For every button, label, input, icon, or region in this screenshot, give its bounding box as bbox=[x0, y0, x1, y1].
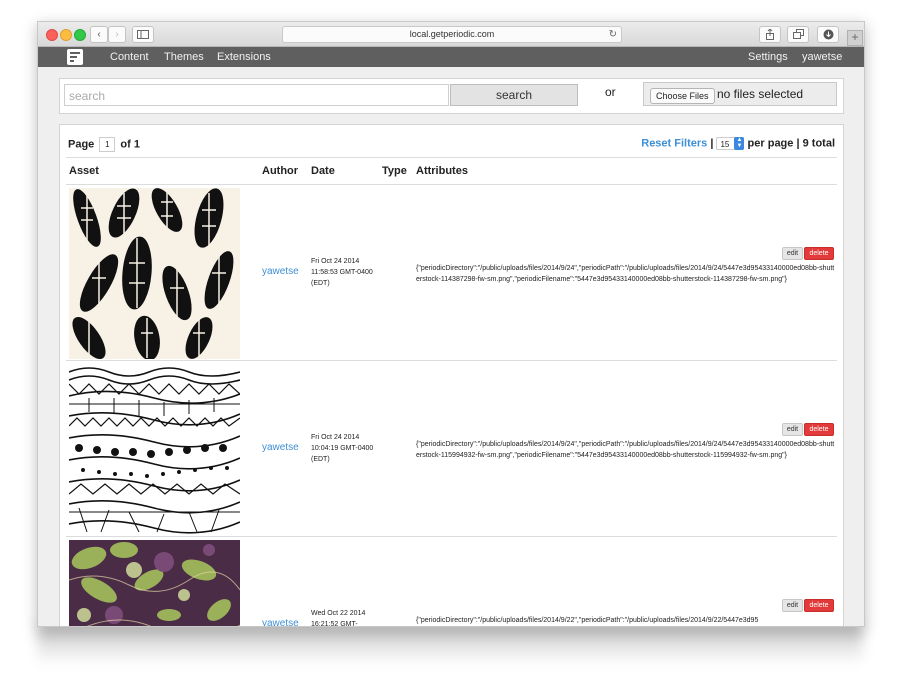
paisley-pattern-image bbox=[69, 540, 240, 626]
new-tab-button[interactable]: + bbox=[847, 30, 863, 46]
choose-files-button[interactable]: Choose Files bbox=[650, 88, 715, 104]
browser-titlebar: ‹ › local.getperiodic.com ↻ bbox=[38, 22, 864, 47]
nav-content[interactable]: Content bbox=[110, 50, 149, 64]
zentangle-pattern-image bbox=[69, 364, 240, 535]
nav-themes[interactable]: Themes bbox=[164, 50, 204, 64]
per-page-value: 15 bbox=[720, 140, 730, 149]
asset-thumbnail-feathers[interactable] bbox=[69, 188, 240, 359]
edit-button[interactable]: edit bbox=[782, 599, 803, 612]
share-button[interactable] bbox=[759, 26, 781, 43]
page-of-label: of 1 bbox=[120, 138, 140, 151]
attributes-cell: {"periodicDirectory":"/public/uploads/fi… bbox=[416, 441, 835, 459]
per-page-label: per page bbox=[747, 137, 794, 150]
feathers-pattern-image bbox=[69, 188, 240, 359]
periodic-logo[interactable] bbox=[67, 49, 83, 65]
minimize-window-button[interactable] bbox=[60, 29, 72, 41]
author-link[interactable]: yawetse bbox=[262, 618, 299, 626]
window-shadow bbox=[37, 625, 863, 665]
attributes-cell: {"periodicDirectory":"/public/uploads/fi… bbox=[416, 617, 759, 624]
downloads-button[interactable] bbox=[817, 26, 839, 43]
total-count: | 9 total bbox=[796, 137, 835, 150]
delete-button[interactable]: delete bbox=[804, 423, 834, 436]
tabs-overview-button[interactable] bbox=[787, 26, 809, 43]
forward-button[interactable]: › bbox=[108, 26, 126, 43]
no-files-label: no files selected bbox=[717, 87, 804, 101]
per-page-select[interactable]: 15 ▲ ▼ bbox=[716, 137, 745, 150]
file-upload-field: Choose Files no files selected bbox=[643, 82, 837, 106]
download-icon bbox=[823, 29, 833, 40]
search-input[interactable]: search bbox=[64, 84, 449, 106]
nav-user[interactable]: yawetse bbox=[802, 50, 842, 64]
plus-icon: + bbox=[851, 30, 859, 44]
edit-button[interactable]: edit bbox=[782, 247, 803, 260]
or-label: or bbox=[605, 85, 616, 99]
url-text: local.getperiodic.com bbox=[409, 29, 495, 39]
date-cell: Fri Oct 24 2014 10:04:19 GMT-0400 (EDT) bbox=[311, 434, 374, 463]
edit-button[interactable]: edit bbox=[782, 423, 803, 436]
column-header-date[interactable]: Date bbox=[311, 165, 335, 177]
table-row: yawetse Fri Oct 24 2014 11:58:53 GMT-040… bbox=[66, 185, 837, 360]
address-bar[interactable]: local.getperiodic.com ↻ bbox=[282, 26, 622, 43]
nav-extensions[interactable]: Extensions bbox=[217, 50, 271, 64]
reload-icon[interactable]: ↻ bbox=[609, 27, 617, 42]
stepper-arrows-icon: ▲ ▼ bbox=[734, 137, 745, 150]
asset-thumbnail-paisley[interactable] bbox=[69, 540, 240, 626]
page-number-input[interactable]: 1 bbox=[99, 137, 116, 152]
divider bbox=[66, 157, 837, 158]
search-button[interactable]: search bbox=[450, 84, 578, 106]
share-icon bbox=[766, 28, 774, 40]
back-button[interactable]: ‹ bbox=[90, 26, 108, 43]
zoom-window-button[interactable] bbox=[74, 29, 86, 41]
date-cell: Wed Oct 22 2014 16:21:52 GMT- bbox=[311, 610, 366, 627]
column-header-author: Author bbox=[262, 165, 299, 177]
tabs-icon bbox=[792, 29, 804, 39]
sidebar-icon bbox=[137, 30, 149, 39]
table-row: yawetse Fri Oct 24 2014 10:04:19 GMT-040… bbox=[66, 361, 837, 536]
search-panel: search search or Choose Files no files s… bbox=[59, 78, 844, 114]
browser-window: ‹ › local.getperiodic.com ↻ Content Them… bbox=[37, 21, 865, 627]
delete-button[interactable]: delete bbox=[804, 599, 834, 612]
nav-settings[interactable]: Settings bbox=[748, 50, 788, 64]
author-link[interactable]: yawetse bbox=[262, 442, 299, 453]
asset-thumbnail-zentangle[interactable] bbox=[69, 364, 240, 535]
delete-button[interactable]: delete bbox=[804, 247, 834, 260]
close-window-button[interactable] bbox=[46, 29, 58, 41]
page-label: Page bbox=[68, 138, 95, 151]
column-header-asset[interactable]: Asset bbox=[69, 165, 99, 177]
attributes-cell: {"periodicDirectory":"/public/uploads/fi… bbox=[416, 265, 835, 283]
author-link[interactable]: yawetse bbox=[262, 266, 299, 277]
separator: | bbox=[710, 137, 714, 150]
list-controls: Reset Filters | 15 ▲ ▼ per page | 9 total bbox=[641, 137, 835, 150]
table-row: yawetse Wed Oct 22 2014 16:21:52 GMT- {"… bbox=[66, 537, 837, 627]
sidebar-toggle-button[interactable] bbox=[132, 26, 154, 43]
app-navbar: Content Themes Extensions Settings yawet… bbox=[38, 47, 864, 67]
reset-filters-link[interactable]: Reset Filters bbox=[641, 137, 707, 149]
column-header-type: Type bbox=[382, 165, 407, 177]
date-cell: Fri Oct 24 2014 11:58:53 GMT-0400 (EDT) bbox=[311, 258, 373, 287]
column-header-attributes: Attributes bbox=[416, 165, 468, 177]
pagination: Page 1 of 1 bbox=[68, 137, 140, 152]
assets-panel: Page 1 of 1 Reset Filters | 15 ▲ ▼ per pag… bbox=[59, 124, 844, 627]
chevron-right-icon: › bbox=[115, 29, 119, 40]
chevron-left-icon: ‹ bbox=[97, 29, 101, 40]
